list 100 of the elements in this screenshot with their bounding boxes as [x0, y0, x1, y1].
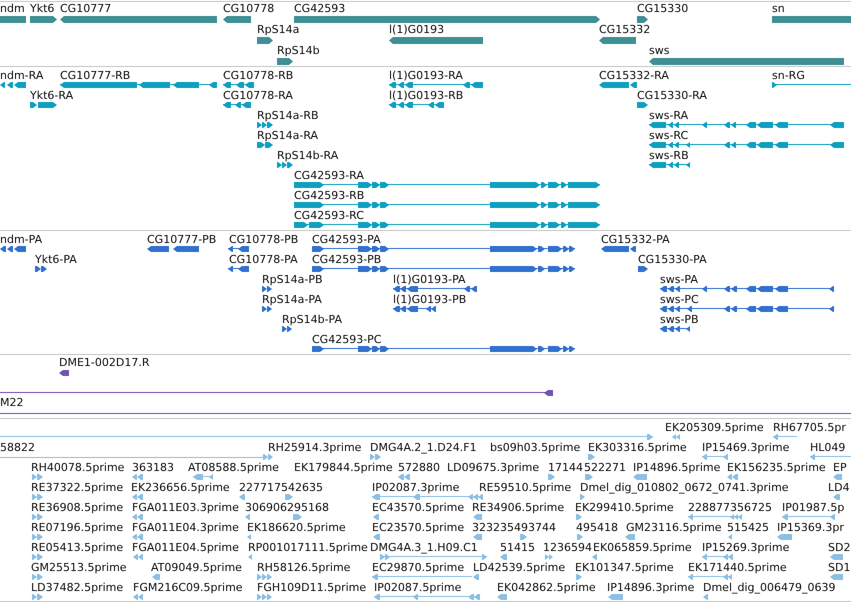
est-glyph [132, 494, 143, 500]
est-label: 228877356725 [688, 501, 772, 514]
est-glyph [500, 554, 507, 560]
protein-label: CG10778-PA [229, 253, 298, 266]
gene-label: CG10777 [60, 2, 112, 15]
transcript-label: sn-RG [772, 69, 805, 82]
est-label: RH40078.5prime [31, 461, 124, 474]
est-label: IP01987.5p [782, 501, 844, 514]
protein-label: CG42593-PC [312, 333, 382, 346]
est-label: AT09049.5prime [151, 561, 242, 574]
protein-glyph [0, 246, 26, 252]
est-glyph [830, 554, 843, 560]
est-label: RH67705.5pr [773, 421, 846, 434]
gene-label: sws [649, 44, 670, 57]
est-label: IP02087.5prime [374, 581, 462, 594]
est-glyph [32, 554, 43, 560]
gene-glyph [257, 37, 273, 44]
est-glyph [608, 594, 623, 600]
est-label: RH58126.5prime [257, 561, 350, 574]
est-glyph [32, 514, 43, 520]
est-glyph [257, 594, 272, 600]
est-glyph [625, 534, 635, 540]
est-glyph [777, 534, 792, 540]
gene-glyph [223, 16, 251, 23]
gene-label: RpS14a [257, 23, 300, 36]
est-glyph [688, 574, 732, 580]
est-label: LD4 [828, 481, 850, 494]
est-label: EK186620.5prime [247, 521, 346, 534]
est-glyph [833, 494, 840, 500]
gene-glyph [0, 16, 26, 23]
protein-glyph [228, 266, 249, 272]
clone-glyph [59, 370, 69, 376]
gene-label: CG42593 [294, 2, 346, 15]
est-label: EK156235.5prime [727, 461, 826, 474]
est-glyph [576, 514, 582, 520]
est-glyph [132, 514, 143, 520]
est-glyph [576, 574, 582, 580]
est-glyph [133, 594, 143, 600]
est-label: EK042862.5prime [497, 581, 596, 594]
transcript-glyph [30, 102, 57, 108]
est-label: IP15469.3prime [702, 441, 790, 454]
protein-glyph [601, 246, 636, 252]
transcript-label: sws-RB [649, 149, 689, 162]
est-label: EC43570.5prime [372, 501, 464, 514]
est-label: 58822 [0, 441, 35, 454]
est-label: RP001017111.5prime [248, 541, 368, 554]
est-glyph [773, 434, 797, 440]
protein-label: sws-PB [660, 313, 699, 326]
est-label: EK179844.5prime [294, 461, 393, 474]
est-label: SD1 [828, 561, 850, 574]
est-glyph [810, 454, 851, 460]
est-label: IP14896.5prime [633, 461, 720, 474]
est-glyph [473, 514, 482, 520]
protein-label: l(1)G0193-PB [393, 293, 466, 306]
transcript-label: ndm-RA [0, 69, 44, 82]
est-label: 227717542635 [239, 481, 323, 494]
transcript-label: RpS14b-RA [277, 149, 338, 162]
est-glyph [577, 534, 583, 540]
est-label: IP15269.3prime [702, 541, 790, 554]
gene-glyph [599, 37, 636, 44]
protein-glyph [35, 266, 47, 272]
est-label: 522271 [584, 461, 626, 474]
est-label: 572880 [398, 461, 440, 474]
transcript-label: RpS14a-RB [257, 109, 319, 122]
est-label: 51415 [500, 541, 535, 554]
est-glyph [830, 574, 843, 580]
transcript-glyph [637, 102, 648, 108]
est-label: GM23116.5prime [626, 521, 722, 534]
est-label: IP15369.3pr [777, 521, 844, 534]
est-label: 495418 [576, 521, 618, 534]
gene-label: CG10778 [223, 2, 274, 15]
gene-glyph [30, 16, 57, 23]
est-label: IP02087.3prime [372, 481, 460, 494]
est-label: FGA011E03.3prime [132, 501, 239, 514]
est-glyph [32, 474, 43, 480]
transcript-glyph [223, 82, 254, 88]
est-label: GM25513.5prime [31, 561, 127, 574]
protein-label: CG15332-PA [601, 233, 670, 246]
transcript-label: CG10778-RB [223, 69, 294, 82]
est-label: RH25914.3prime [268, 441, 362, 454]
transcript-glyph [649, 162, 690, 168]
protein-label: CG42593-PA [312, 233, 381, 246]
est-label: 17144 [548, 461, 583, 474]
est-label: EK101347.5prime [575, 561, 674, 574]
protein-label: ndm-PA [0, 233, 42, 246]
est-label: FGA011E04.5prime [132, 541, 239, 554]
est-label: HL049 [810, 441, 846, 454]
est-label: EK171440.5prime [688, 561, 787, 574]
protein-glyph [262, 306, 272, 312]
protein-label: CG10778-PB [229, 233, 298, 246]
est-glyph [370, 454, 381, 460]
protein-glyph [638, 266, 648, 272]
est-label: bs09h03.5prime [490, 441, 580, 454]
est-glyph [373, 534, 380, 540]
est-glyph [545, 554, 553, 560]
est-glyph [193, 474, 213, 480]
est-glyph [32, 494, 43, 500]
transcript-glyph [257, 122, 273, 128]
est-label: Dmel_dig_010802_0672_0741.3prime [580, 481, 789, 494]
est-glyph [285, 494, 293, 500]
